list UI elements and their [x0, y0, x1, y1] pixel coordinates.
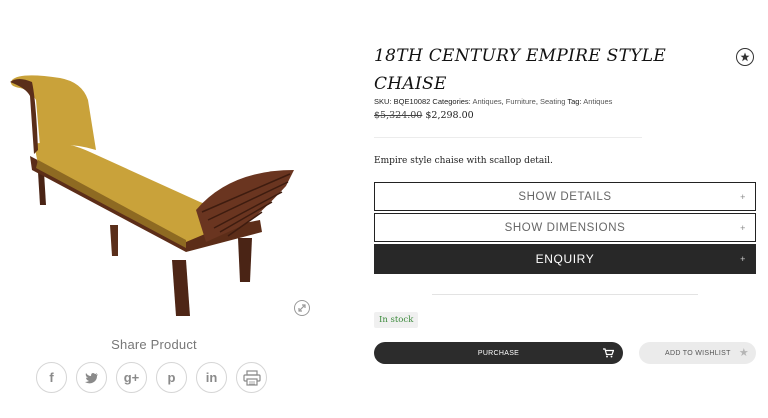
- star-icon: ★: [738, 347, 749, 359]
- facebook-icon[interactable]: f: [36, 362, 67, 393]
- purchase-label: PURCHASE: [477, 349, 520, 357]
- product-image[interactable]: [0, 60, 330, 330]
- pinterest-icon[interactable]: p: [156, 362, 187, 393]
- divider: [432, 294, 698, 295]
- price: $5,324.00 $2,298.00: [374, 110, 474, 121]
- category-link-seating[interactable]: Seating: [540, 97, 565, 106]
- enquiry-label: ENQUIRY: [535, 252, 595, 266]
- plus-icon: +: [740, 191, 746, 202]
- show-dimensions-label: SHOW DIMENSIONS: [504, 221, 626, 234]
- product-title-line1: 18TH CENTURY EMPIRE STYLE: [374, 46, 667, 66]
- tag-link-antiques[interactable]: Antiques: [583, 97, 612, 106]
- show-details-button[interactable]: SHOW DETAILS +: [374, 182, 756, 211]
- share-buttons: f g+ p in: [36, 362, 267, 393]
- old-price: $5,324.00: [374, 110, 423, 121]
- product-meta: SKU: BQE10082 Categories: Antiques, Furn…: [374, 97, 613, 106]
- linkedin-glyph: in: [205, 370, 218, 385]
- cart-icon: [603, 348, 614, 358]
- sku-value: BQE10082: [393, 97, 431, 106]
- chaise-illustration: [10, 75, 294, 316]
- show-dimensions-button[interactable]: SHOW DIMENSIONS +: [374, 213, 756, 242]
- plus-icon: +: [740, 222, 746, 233]
- google-glyph: g+: [123, 370, 140, 385]
- star-icon: [740, 52, 750, 62]
- divider: [374, 137, 642, 138]
- plus-icon: +: [740, 254, 746, 264]
- zoom-icon[interactable]: [294, 300, 310, 316]
- share-title: Share Product: [111, 337, 197, 352]
- stock-status-badge: In stock: [374, 312, 419, 328]
- twitter-icon[interactable]: [76, 362, 107, 393]
- show-details-label: SHOW DETAILS: [518, 190, 612, 203]
- google-plus-icon[interactable]: g+: [116, 362, 147, 393]
- linkedin-icon[interactable]: in: [196, 362, 227, 393]
- wishlist-label: ADD TO WISHLIST: [665, 349, 731, 357]
- sku-label: SKU:: [374, 97, 392, 106]
- category-link-furniture[interactable]: Furniture: [506, 97, 536, 106]
- product-description: Empire style chaise with scallop detail.: [374, 156, 553, 166]
- enquiry-button[interactable]: ENQUIRY +: [374, 244, 756, 274]
- pinterest-glyph: p: [167, 370, 176, 385]
- print-icon[interactable]: [236, 362, 267, 393]
- purchase-button[interactable]: PURCHASE: [374, 342, 623, 364]
- sale-price: $2,298.00: [425, 110, 474, 121]
- product-title-line2: CHAISE: [374, 74, 447, 94]
- product-title: 18TH CENTURY EMPIRE STYLE CHAISE: [374, 42, 674, 98]
- add-to-wishlist-button[interactable]: ADD TO WISHLIST ★: [639, 342, 756, 364]
- facebook-glyph: f: [49, 370, 54, 385]
- tag-label: Tag:: [567, 97, 582, 106]
- categories-label: Categories:: [432, 97, 471, 106]
- category-link-antiques[interactable]: Antiques: [472, 97, 501, 106]
- favorite-star-button[interactable]: [736, 48, 754, 66]
